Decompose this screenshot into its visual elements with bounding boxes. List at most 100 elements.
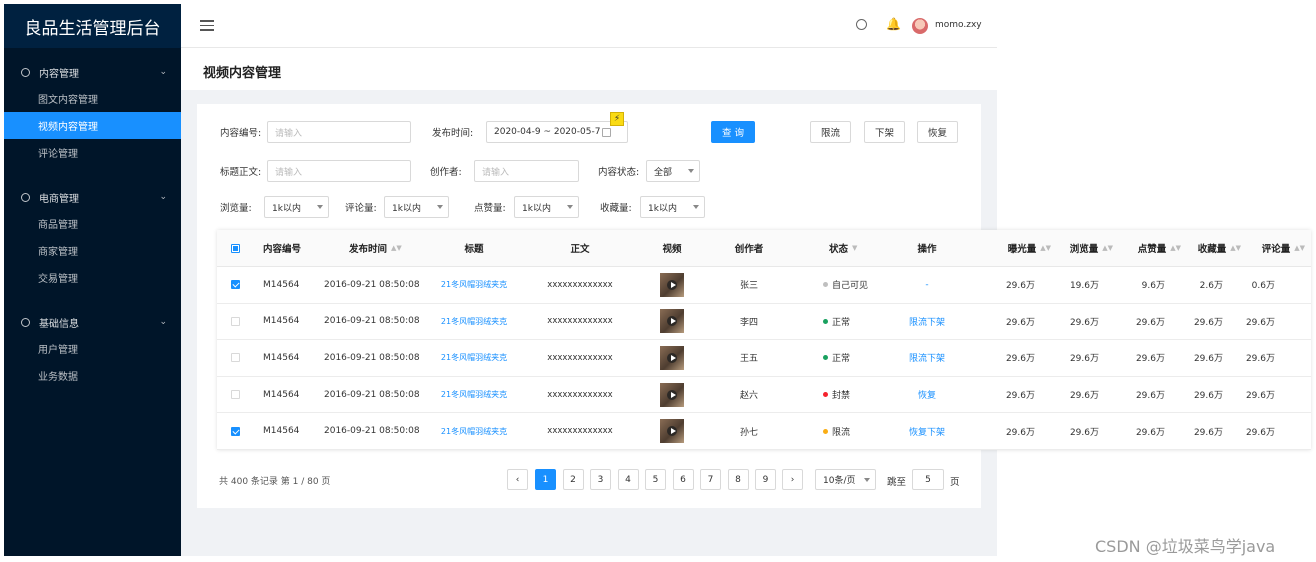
row-checkbox[interactable] bbox=[231, 426, 240, 436]
views-label: 浏览量: bbox=[220, 203, 252, 214]
cell-comments: 29.6万 bbox=[1245, 391, 1275, 402]
username[interactable]: momo.zxy bbox=[935, 20, 982, 30]
row-action-link[interactable]: 恢复 bbox=[909, 425, 927, 438]
video-thumbnail[interactable] bbox=[660, 345, 684, 370]
status-select[interactable]: 全部 bbox=[646, 160, 700, 182]
filter-icon: ▼ bbox=[852, 243, 858, 252]
page-title: 视频内容管理 bbox=[203, 66, 282, 81]
offline-button[interactable]: 下架 bbox=[864, 121, 905, 143]
row-action-link[interactable]: 限流 bbox=[909, 315, 927, 328]
cell-comments: 29.6万 bbox=[1245, 427, 1275, 438]
cell-favorites: 29.6万 bbox=[1193, 354, 1223, 365]
menu-item-transactions[interactable]: 交易管理 bbox=[4, 264, 181, 291]
limit-button[interactable]: 限流 bbox=[810, 121, 851, 143]
author-input[interactable]: 请输入 bbox=[474, 160, 579, 182]
status-dot bbox=[823, 318, 828, 324]
col-header-favorites[interactable]: 收藏量 ▲▼ bbox=[1183, 230, 1241, 266]
cell-status: 限流 bbox=[823, 413, 850, 449]
cell-favorites: 29.6万 bbox=[1193, 427, 1223, 438]
cell-id: M14564 bbox=[263, 352, 300, 363]
next-page-button[interactable]: › bbox=[782, 469, 803, 490]
content-id-label: 内容编号: bbox=[220, 128, 262, 139]
bell-icon[interactable]: 🔔 bbox=[886, 17, 901, 31]
likes-select[interactable]: 1k以内 bbox=[514, 196, 579, 218]
menu-item-comments[interactable]: 评论管理 bbox=[4, 139, 181, 166]
menu-item-users[interactable]: 用户管理 bbox=[4, 335, 181, 362]
row-action-link[interactable]: 限流 bbox=[909, 351, 927, 364]
table-header: 内容编号 发布时间 ▲▼ 标题 正文 视频 创作者 状态 ▼ 操作 曝光量 ▲▼ 浏览… bbox=[217, 230, 1311, 267]
menu-title-ecommerce[interactable]: 电商管理 ⌄ bbox=[4, 184, 181, 210]
cell-title-link[interactable]: 21冬风帽羽绒夹克 bbox=[437, 377, 511, 413]
row-action-link[interactable]: 恢复 bbox=[918, 388, 936, 401]
query-button[interactable]: 查 询 bbox=[711, 121, 755, 143]
row-checkbox[interactable] bbox=[231, 353, 240, 363]
cell-status: 正常 bbox=[823, 340, 850, 376]
col-header-status[interactable]: 状态 ▼ bbox=[829, 230, 857, 266]
date-range-picker[interactable]: 2020-04-9 ~ 2020-05-7 bbox=[486, 121, 628, 143]
col-header-likes[interactable]: 点赞量 ▲▼ bbox=[1123, 230, 1181, 266]
cell-favorites: 2.6万 bbox=[1199, 281, 1223, 292]
row-action-link[interactable]: - bbox=[925, 280, 928, 290]
cell-favorites: 29.6万 bbox=[1193, 391, 1223, 402]
row-checkbox[interactable] bbox=[231, 390, 240, 400]
row-checkbox-cell bbox=[231, 413, 240, 449]
col-header-views[interactable]: 浏览量 ▲▼ bbox=[1061, 230, 1113, 266]
video-thumbnail[interactable] bbox=[660, 272, 684, 297]
col-header-comments[interactable]: 评论量 ▲▼ bbox=[1247, 230, 1305, 266]
comments-select[interactable]: 1k以内 bbox=[384, 196, 449, 218]
cell-exposure: 29.6万 bbox=[1005, 354, 1035, 365]
comments-label: 评论量: bbox=[345, 203, 377, 214]
row-checkbox[interactable] bbox=[231, 316, 240, 326]
page-size-select[interactable]: 10条/页 bbox=[815, 469, 876, 490]
row-checkbox[interactable] bbox=[231, 280, 240, 290]
favorites-select[interactable]: 1k以内 bbox=[640, 196, 705, 218]
content-id-input[interactable]: 请输入 bbox=[267, 121, 411, 143]
avatar[interactable] bbox=[912, 18, 928, 34]
search-icon[interactable] bbox=[856, 19, 867, 30]
row-action-link[interactable]: 下架 bbox=[927, 425, 945, 438]
cell-likes: 29.6万 bbox=[1135, 391, 1165, 402]
prev-page-button[interactable]: ‹ bbox=[507, 469, 528, 490]
menu-title-content[interactable]: 内容管理 ⌄ bbox=[4, 59, 181, 85]
video-thumbnail[interactable] bbox=[660, 309, 684, 334]
menu-title-basic[interactable]: 基础信息 ⌄ bbox=[4, 309, 181, 335]
menu-item-business-data[interactable]: 业务数据 bbox=[4, 362, 181, 389]
restore-button[interactable]: 恢复 bbox=[917, 121, 958, 143]
row-action-link[interactable]: 下架 bbox=[927, 315, 945, 328]
cell-title-link[interactable]: 21冬风帽羽绒夹克 bbox=[437, 340, 511, 376]
cell-author: 赵六 bbox=[739, 391, 758, 402]
select-all-checkbox[interactable] bbox=[231, 243, 240, 253]
row-checkbox-cell bbox=[231, 267, 240, 303]
page-button[interactable]: 8 bbox=[727, 469, 749, 490]
page-button[interactable]: 7 bbox=[700, 469, 721, 490]
page-button[interactable]: 9 bbox=[755, 469, 776, 490]
page-button[interactable]: 3 bbox=[590, 469, 611, 490]
cell-title-link[interactable]: 21冬风帽羽绒夹克 bbox=[437, 413, 511, 449]
title-text-input[interactable]: 请输入 bbox=[267, 160, 411, 182]
cell-author: 孙七 bbox=[739, 427, 758, 438]
views-select[interactable]: 1k以内 bbox=[264, 196, 329, 218]
video-thumbnail[interactable] bbox=[660, 382, 684, 407]
col-header-exposure[interactable]: 曝光量 ▲▼ bbox=[997, 230, 1051, 266]
row-action-link[interactable]: 下架 bbox=[927, 351, 945, 364]
status-label: 内容状态: bbox=[598, 167, 640, 178]
menu-item-products[interactable]: 商品管理 bbox=[4, 210, 181, 237]
col-header-time[interactable]: 发布时间 ▲▼ bbox=[349, 230, 402, 266]
video-thumbnail[interactable] bbox=[660, 419, 684, 444]
cell-title-link[interactable]: 21冬风帽羽绒夹克 bbox=[437, 304, 511, 340]
menu-item-article[interactable]: 图文内容管理 bbox=[4, 85, 181, 112]
page-button[interactable]: 1 bbox=[535, 469, 556, 490]
menu-item-video[interactable]: 视频内容管理 bbox=[4, 112, 181, 139]
cell-title-link[interactable]: 21冬风帽羽绒夹克 bbox=[437, 267, 511, 303]
page-button[interactable]: 6 bbox=[672, 469, 694, 490]
menu-fold-icon[interactable] bbox=[200, 20, 214, 32]
jump-page-input[interactable]: 5 bbox=[912, 469, 944, 490]
cell-id: M14564 bbox=[263, 426, 300, 437]
menu-group-ecommerce: 电商管理 ⌄ 商品管理 商家管理 交易管理 bbox=[4, 184, 181, 291]
cell-video bbox=[657, 304, 687, 340]
page-button[interactable]: 4 bbox=[617, 469, 639, 490]
page-button[interactable]: 5 bbox=[645, 469, 666, 490]
page-button[interactable]: 2 bbox=[562, 469, 584, 490]
cell-exposure: 29.6万 bbox=[1005, 391, 1035, 402]
menu-item-merchants[interactable]: 商家管理 bbox=[4, 237, 181, 264]
